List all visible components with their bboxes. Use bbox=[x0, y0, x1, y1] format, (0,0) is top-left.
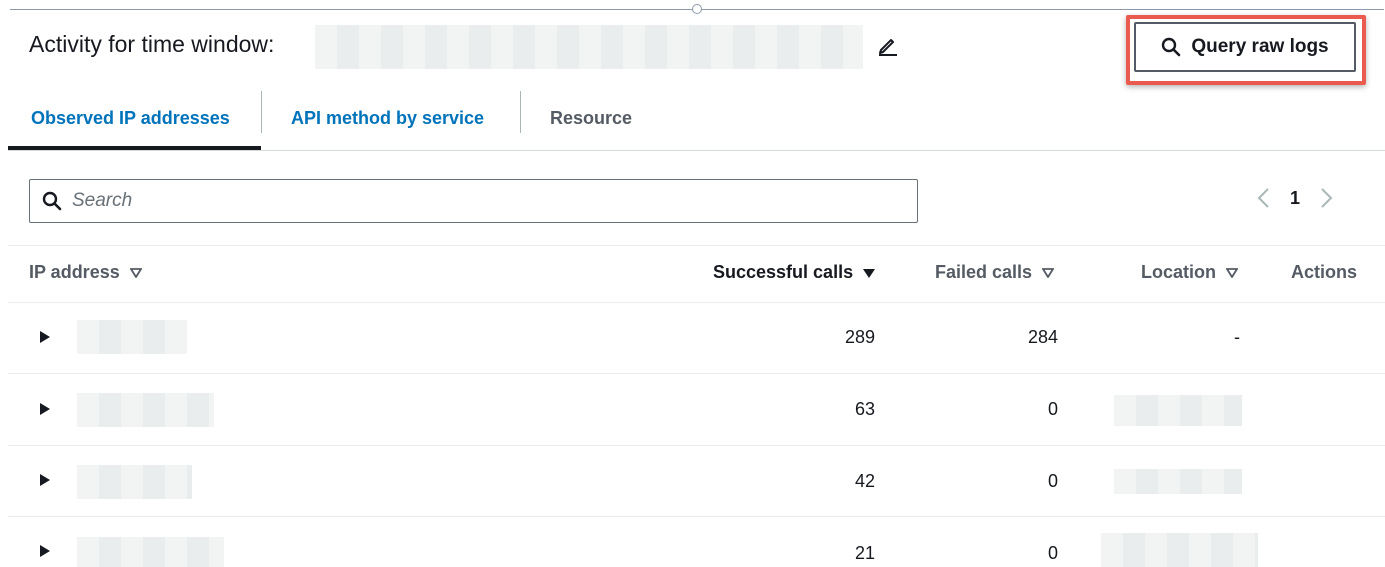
successful-calls-value: 63 bbox=[854, 399, 875, 419]
tab-separator bbox=[520, 91, 521, 133]
query-raw-logs-button[interactable]: Query raw logs bbox=[1134, 22, 1356, 72]
row-divider bbox=[8, 373, 1385, 374]
row-divider bbox=[8, 445, 1385, 446]
failed-calls-value: 0 bbox=[1047, 543, 1058, 563]
resize-handle-icon[interactable] bbox=[692, 4, 702, 14]
tab-resource[interactable]: Resource bbox=[550, 88, 632, 148]
location-value bbox=[1101, 533, 1258, 567]
search-icon bbox=[1162, 37, 1181, 57]
successful-calls-value: 289 bbox=[844, 327, 875, 347]
location-value bbox=[1114, 395, 1242, 426]
column-header-ip-address[interactable]: IP address bbox=[29, 262, 142, 283]
ip-address-value bbox=[77, 465, 192, 499]
chevron-left-icon[interactable] bbox=[1256, 187, 1270, 209]
current-page-number[interactable]: 1 bbox=[1290, 188, 1300, 209]
failed-calls-value: 0 bbox=[1047, 399, 1058, 419]
successful-calls-value: 42 bbox=[854, 471, 875, 491]
tab-observed-ip-addresses[interactable]: Observed IP addresses bbox=[31, 88, 230, 148]
column-header-label: Failed calls bbox=[935, 262, 1033, 282]
column-header-successful-calls[interactable]: Successful calls bbox=[713, 262, 876, 283]
time-window-value bbox=[315, 25, 863, 69]
ip-address-value bbox=[77, 537, 224, 567]
tab-api-method-by-service[interactable]: API method by service bbox=[291, 88, 484, 148]
expand-caret-icon[interactable] bbox=[40, 474, 50, 486]
ip-address-value bbox=[77, 320, 187, 354]
expand-caret-icon[interactable] bbox=[40, 403, 50, 415]
edit-icon[interactable] bbox=[876, 33, 900, 57]
failed-calls-value: 0 bbox=[1047, 471, 1058, 491]
page-title: Activity for time window: bbox=[29, 31, 275, 57]
table-top-border bbox=[8, 245, 1385, 246]
location-value bbox=[1114, 469, 1242, 494]
search-field[interactable] bbox=[29, 179, 918, 223]
column-header-label: Successful calls bbox=[713, 262, 854, 282]
tab-separator bbox=[261, 91, 262, 133]
tabs-divider bbox=[8, 150, 1385, 151]
query-raw-logs-label: Query raw logs bbox=[1191, 36, 1329, 57]
sort-icon bbox=[1226, 267, 1238, 278]
column-header-location[interactable]: Location bbox=[1141, 262, 1238, 283]
search-icon bbox=[42, 191, 62, 211]
sort-icon bbox=[129, 267, 142, 278]
chevron-right-icon[interactable] bbox=[1320, 187, 1334, 209]
expand-caret-icon[interactable] bbox=[40, 331, 50, 343]
row-divider bbox=[8, 302, 1385, 303]
pagination: 1 bbox=[1256, 187, 1334, 209]
location-value: - bbox=[1234, 327, 1240, 347]
successful-calls-value: 21 bbox=[854, 543, 875, 563]
expand-caret-icon[interactable] bbox=[40, 545, 50, 557]
column-header-label: Location bbox=[1141, 262, 1216, 282]
column-header-label: IP address bbox=[29, 262, 120, 282]
failed-calls-value: 284 bbox=[1027, 327, 1058, 347]
sort-icon bbox=[1042, 267, 1055, 278]
search-input[interactable] bbox=[72, 190, 892, 212]
sort-descending-icon bbox=[863, 268, 876, 278]
row-divider bbox=[8, 516, 1385, 517]
ip-address-value bbox=[77, 393, 214, 427]
column-header-actions: Actions bbox=[1291, 262, 1358, 282]
column-header-failed-calls[interactable]: Failed calls bbox=[935, 262, 1055, 283]
